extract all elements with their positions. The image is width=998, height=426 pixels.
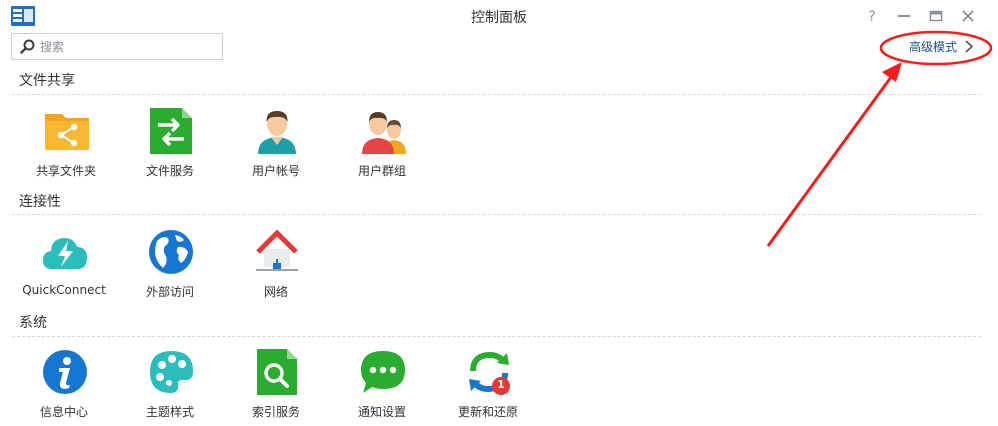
section-divider — [12, 94, 981, 95]
window-title: 控制面板 — [471, 10, 527, 26]
tile-label: 用户帐号 — [251, 164, 300, 178]
info-icon — [43, 350, 87, 394]
tile-label: 主题样式 — [145, 405, 194, 419]
tile-label: 索引服务 — [251, 405, 300, 419]
tile-shared-folder[interactable]: 共享文件夹 — [16, 108, 116, 182]
update-badge: 1 — [497, 378, 505, 391]
palette-icon — [150, 351, 193, 393]
section-title-system: 系统 — [19, 315, 47, 331]
user-icon — [258, 111, 296, 154]
section-divider — [12, 336, 981, 337]
minimize-icon[interactable] — [894, 6, 914, 26]
section-divider — [12, 214, 981, 215]
chevron-right-icon[interactable] — [964, 40, 974, 53]
shared-folder-icon — [45, 114, 89, 150]
file-services-icon — [150, 108, 192, 154]
tile-label: 外部访问 — [145, 285, 194, 299]
tile-update-restore[interactable]: 1 更新和还原 — [438, 349, 538, 423]
search-input[interactable] — [40, 37, 216, 57]
advanced-mode-link[interactable]: 高级模式 — [909, 38, 957, 55]
quickconnect-icon — [43, 238, 87, 269]
section-title-file-sharing: 文件共享 — [19, 73, 75, 89]
tile-label: 网络 — [263, 285, 288, 299]
tile-network[interactable]: 网络 — [226, 229, 326, 303]
search-icon — [20, 39, 35, 54]
tile-user-group[interactable]: 用户群组 — [332, 108, 432, 182]
tile-info-center[interactable]: 信息中心 — [14, 349, 114, 423]
tile-theme-style[interactable]: 主题样式 — [120, 349, 220, 423]
tile-label: 共享文件夹 — [35, 164, 96, 178]
help-icon[interactable]: ? — [862, 6, 882, 26]
tile-file-services[interactable]: 文件服务 — [120, 108, 220, 182]
tile-label: 文件服务 — [145, 164, 194, 178]
tile-external-access[interactable]: 外部访问 — [120, 229, 220, 303]
svg-text:?: ? — [868, 9, 875, 25]
index-search-icon — [257, 349, 297, 395]
tile-label: 更新和还原 — [457, 405, 518, 419]
tile-user-account[interactable]: 用户帐号 — [226, 108, 326, 182]
maximize-icon[interactable] — [926, 6, 946, 26]
tile-index-service[interactable]: 索引服务 — [226, 349, 326, 423]
tile-label: 通知设置 — [357, 405, 406, 419]
annotation-arrow-shaft — [766, 72, 896, 247]
close-icon[interactable] — [958, 6, 978, 26]
search-box[interactable] — [11, 33, 223, 60]
annotation-arrow-head — [882, 62, 902, 82]
section-title-connectivity: 连接性 — [19, 194, 61, 210]
title-bar: 控制面板 ? — [0, 0, 998, 32]
network-house-icon — [256, 229, 298, 271]
tile-quickconnect[interactable]: QuickConnect — [14, 229, 114, 303]
tile-notification-settings[interactable]: 通知设置 — [332, 349, 432, 423]
tile-label: 信息中心 — [39, 405, 88, 419]
chat-bubble-icon — [361, 351, 405, 393]
group-icon — [362, 112, 406, 154]
globe-icon — [149, 230, 193, 274]
tile-label: QuickConnect — [22, 283, 106, 297]
tile-label: 用户群组 — [357, 164, 406, 178]
